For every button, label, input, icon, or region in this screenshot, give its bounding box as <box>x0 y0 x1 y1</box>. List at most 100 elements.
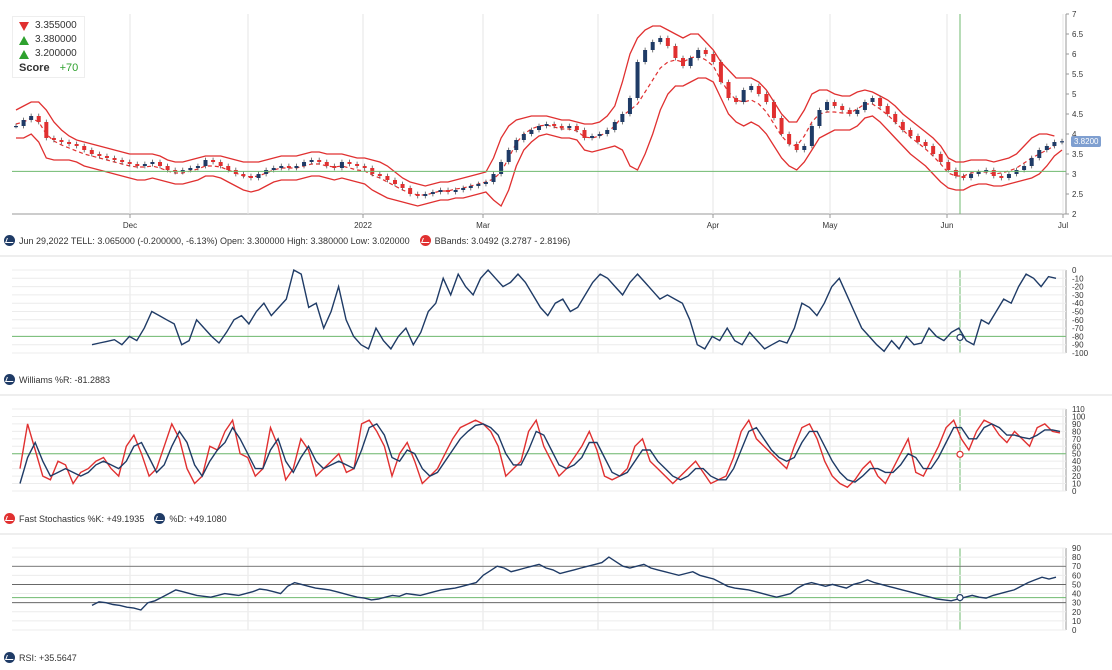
candle-body <box>658 38 663 42</box>
candle-body <box>612 122 617 130</box>
buy-signal-icon <box>19 49 29 59</box>
candle-body <box>339 162 344 168</box>
y-tick-label: 5.5 <box>1072 70 1084 79</box>
candle-body <box>711 54 716 62</box>
y-tick-label: -100 <box>1072 349 1089 358</box>
legend-item-3: 3.200000 <box>19 47 78 61</box>
candle-body <box>878 98 883 106</box>
candle-body <box>976 172 981 174</box>
legend-item-2: 3.380000 <box>19 33 78 47</box>
candle-body <box>233 170 238 174</box>
bbands-icon[interactable] <box>419 235 431 246</box>
chart-canvas: 22.533.544.555.566.57Dec 2022 Mar Apr May Jun… <box>0 10 1112 635</box>
candle-body <box>1014 170 1019 174</box>
y-tick-label: 6 <box>1072 50 1077 59</box>
candle-body <box>195 166 200 168</box>
candle-body <box>643 50 648 62</box>
crosshair-marker <box>956 593 964 602</box>
candle-body <box>764 94 769 102</box>
price-series-icon[interactable] <box>4 235 15 246</box>
candle-body <box>59 140 64 142</box>
candle-body <box>627 98 632 114</box>
candle-body <box>104 156 109 158</box>
candle-body <box>635 62 640 98</box>
candle-body <box>302 162 307 166</box>
candle-body <box>923 142 928 146</box>
candle-body <box>82 146 87 150</box>
candle-body <box>703 50 708 54</box>
candle-body <box>605 130 610 134</box>
candle-body <box>241 174 246 176</box>
candle-body <box>21 120 26 126</box>
rsi-icon[interactable] <box>4 652 15 663</box>
candle-body <box>392 180 397 184</box>
candle-body <box>44 122 49 138</box>
candle-body <box>787 134 792 144</box>
y-tick-label: 30 <box>1072 599 1081 608</box>
candle-body <box>673 46 678 58</box>
candle-body <box>529 130 534 134</box>
candle-body <box>749 86 754 90</box>
candle-body <box>718 62 723 82</box>
candle-body <box>961 176 966 178</box>
candle-body <box>499 162 504 174</box>
candle-body <box>825 102 830 110</box>
candle-body <box>999 176 1004 178</box>
candle-body <box>908 130 913 136</box>
candle-body <box>726 82 731 98</box>
candle-body <box>279 166 284 168</box>
candle-body <box>468 186 473 188</box>
x-tick-label: Jul <box>1058 221 1068 230</box>
y-tick-label: 3.5 <box>1072 150 1084 159</box>
candle-body <box>734 98 739 102</box>
candle-body <box>794 144 799 150</box>
williams-icon[interactable] <box>4 374 15 385</box>
candle-body <box>514 140 519 150</box>
y-tick-label: 7 <box>1072 10 1077 19</box>
stochastics-caption: Fast Stochastics %K: +49.1935 %D: +49.10… <box>4 513 227 524</box>
candle-body <box>1060 141 1064 143</box>
y-tick-label: 2.5 <box>1072 190 1084 199</box>
candle-body <box>483 182 488 184</box>
candle-body <box>1037 150 1042 158</box>
candle-body <box>590 136 595 138</box>
sell-signal-icon <box>19 21 29 31</box>
x-tick-label: Jun <box>941 221 954 230</box>
candle-body <box>430 192 435 194</box>
candle-body <box>438 190 443 192</box>
score: Score +70 <box>19 62 79 74</box>
candle-body <box>309 160 314 162</box>
candle-body <box>847 110 852 114</box>
candle-body <box>127 162 132 164</box>
stoch-d-icon[interactable] <box>154 513 166 524</box>
candle-body <box>135 164 140 166</box>
candle-body <box>756 86 761 94</box>
price-caption: Jun 29,2022 TELL: 3.065000 (-0.200000, -… <box>4 235 570 246</box>
candle-body <box>862 102 867 110</box>
candle-body <box>491 174 496 182</box>
candle-body <box>142 164 147 166</box>
candle-body <box>67 142 72 144</box>
candle-body <box>567 126 572 128</box>
candle-body <box>112 158 117 160</box>
y-tick-label: 6.5 <box>1072 30 1084 39</box>
candle-body <box>317 160 322 162</box>
candle-body <box>203 160 208 166</box>
candle-body <box>188 168 193 170</box>
y-tick-label: 90 <box>1072 544 1081 553</box>
candle-body <box>681 58 686 66</box>
stoch-k-icon[interactable] <box>4 513 15 524</box>
bbands-upper-line <box>15 25 1055 187</box>
candle-body <box>620 114 625 122</box>
x-tick-label: Apr <box>707 221 720 230</box>
candle-body <box>893 114 898 122</box>
candle-body <box>377 174 382 176</box>
x-tick-label: May <box>822 221 837 230</box>
candle-body <box>400 184 405 188</box>
bbands-middle-line <box>15 55 1055 196</box>
williams-r-line <box>91 268 1057 353</box>
x-tick-label: Mar <box>476 221 490 230</box>
candle-body <box>226 166 231 170</box>
candle-body <box>74 144 79 146</box>
candle-body <box>1029 158 1034 166</box>
